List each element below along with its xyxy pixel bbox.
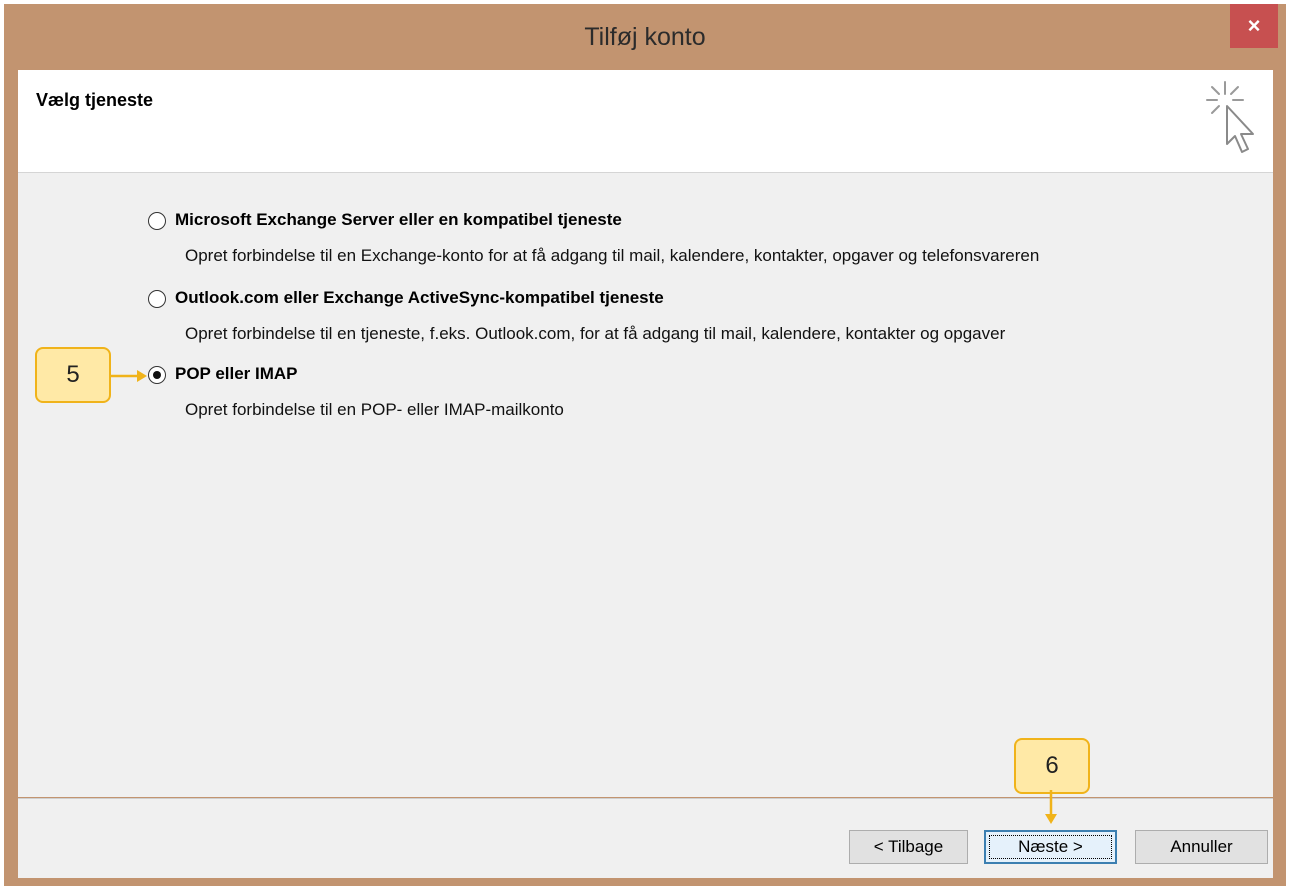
dialog-header: Vælg tjeneste	[18, 70, 1273, 173]
exchange-label[interactable]: Microsoft Exchange Server eller en kompa…	[175, 210, 622, 230]
page-title: Vælg tjeneste	[36, 90, 154, 110]
focus-rectangle	[989, 835, 1112, 859]
add-account-dialog: Tilføj konto × Vælg tjeneste Microsoft E…	[4, 4, 1286, 886]
step-callout-5: 5	[35, 347, 111, 403]
next-button[interactable]: Næste >	[984, 830, 1117, 864]
button-bar: < Tilbage Næste > Annuller	[18, 798, 1273, 878]
outlook-com-radio[interactable]	[148, 290, 166, 308]
step-callout-6: 6	[1014, 738, 1090, 794]
close-icon: ×	[1247, 13, 1261, 38]
outlook-com-description: Opret forbindelse til en tjeneste, f.eks…	[185, 324, 1006, 343]
window-title: Tilføj konto	[584, 23, 706, 51]
service-options: Microsoft Exchange Server eller en kompa…	[18, 173, 1273, 797]
cursor-click-icon	[1206, 81, 1254, 153]
exchange-description: Opret forbindelse til en Exchange-konto …	[185, 246, 1040, 265]
radio-selected-dot	[152, 370, 161, 379]
outlook-com-label[interactable]: Outlook.com eller Exchange ActiveSync-ko…	[175, 288, 664, 308]
arrow-right-icon	[111, 370, 147, 382]
close-button[interactable]: ×	[1230, 4, 1278, 48]
arrow-down-icon	[1045, 790, 1057, 824]
pop-imap-label[interactable]: POP eller IMAP	[175, 364, 298, 384]
title-bar[interactable]: Tilføj konto ×	[4, 4, 1286, 70]
exchange-radio[interactable]	[148, 212, 166, 230]
back-button[interactable]: < Tilbage	[849, 830, 968, 864]
pop-imap-description: Opret forbindelse til en POP- eller IMAP…	[185, 400, 564, 419]
cancel-button[interactable]: Annuller	[1135, 830, 1268, 864]
